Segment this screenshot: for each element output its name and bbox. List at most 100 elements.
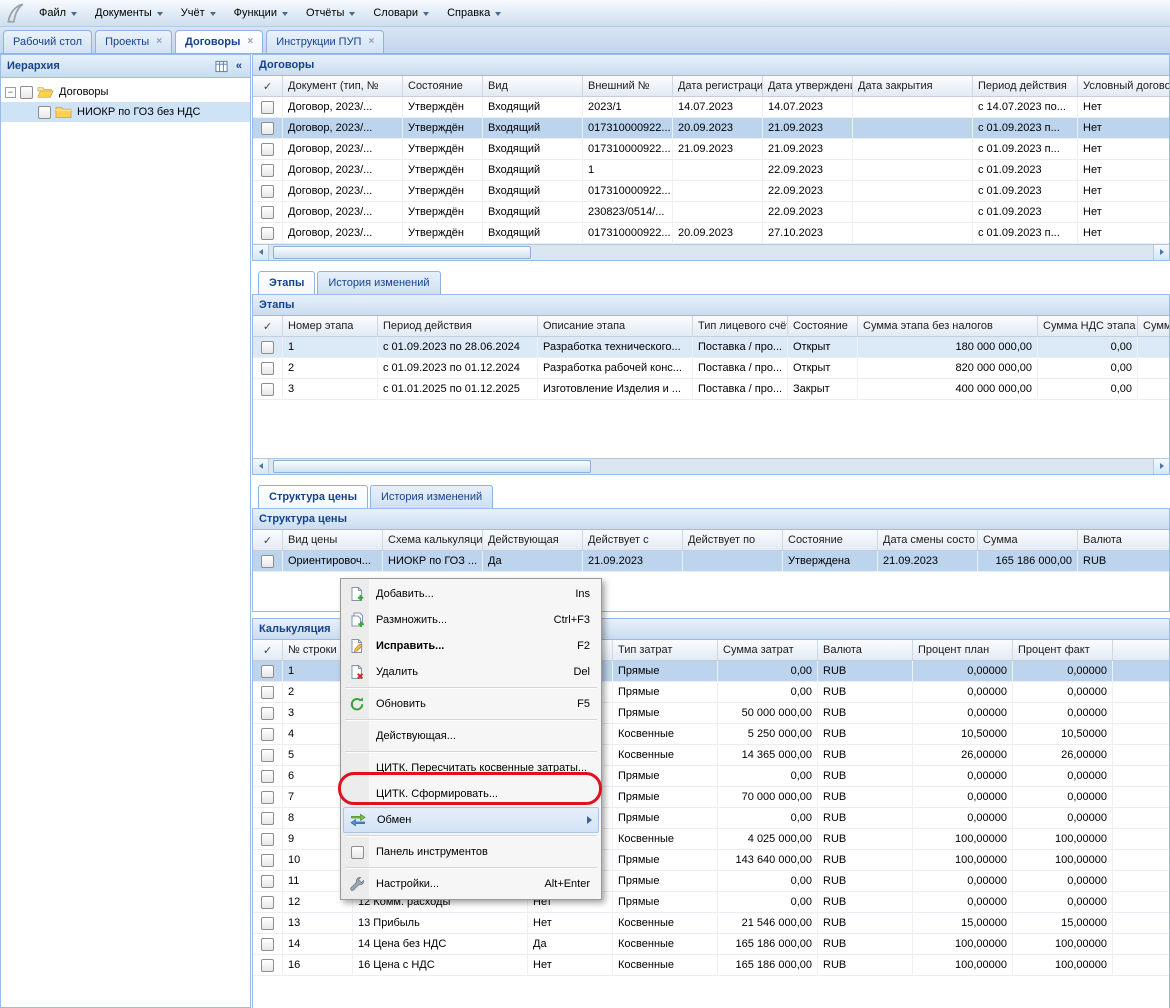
scrollbar-thumb[interactable]: [273, 460, 591, 473]
menu-item[interactable]: Обмен: [343, 807, 599, 833]
menubar-item[interactable]: Документы: [86, 3, 172, 23]
menu-item[interactable]: Исправить...F2: [343, 633, 599, 659]
table-row[interactable]: Договор, 2023/...УтверждёнВходящий122.09…: [253, 160, 1169, 181]
column-header[interactable]: Схема калькуляци: [383, 530, 483, 551]
column-header[interactable]: Номер этапа: [283, 316, 378, 337]
column-header[interactable]: Сумма этапа без налогов: [858, 316, 1038, 337]
row-checkbox[interactable]: [261, 875, 274, 888]
column-header[interactable]: Действующая: [483, 530, 583, 551]
row-checkbox[interactable]: [261, 938, 274, 951]
table-row[interactable]: 2с 01.09.2023 по 01.12.2024Разработка ра…: [253, 358, 1169, 379]
row-checkbox[interactable]: [261, 341, 274, 354]
row-checkbox[interactable]: [261, 812, 274, 825]
select-column-header[interactable]: ✓: [253, 640, 283, 661]
column-header[interactable]: Дата утверждения: [763, 76, 853, 97]
table-row[interactable]: 1с 01.09.2023 по 28.06.2024Разработка те…: [253, 337, 1169, 358]
row-checkbox[interactable]: [261, 917, 274, 930]
column-header[interactable]: Процент план: [913, 640, 1013, 661]
contracts-horizontal-scrollbar[interactable]: [252, 244, 1170, 261]
column-header[interactable]: Сумма НДС этапа: [1038, 316, 1138, 337]
row-checkbox[interactable]: [261, 749, 274, 762]
column-header[interactable]: Период действия: [973, 76, 1078, 97]
table-row[interactable]: 3с 01.01.2025 по 01.12.2025Изготовление …: [253, 379, 1169, 400]
column-header[interactable]: Валюта: [818, 640, 913, 661]
tree-checkbox[interactable]: [20, 86, 33, 99]
table-row[interactable]: Договор, 2023/...УтверждёнВходящий230823…: [253, 202, 1169, 223]
column-header[interactable]: Процент факт: [1013, 640, 1113, 661]
row-checkbox[interactable]: [261, 143, 274, 156]
menu-item[interactable]: Настройки...Alt+Enter: [343, 871, 599, 897]
menu-item[interactable]: ЦИТК. Сформировать...: [343, 781, 599, 807]
scroll-left-button[interactable]: [253, 459, 269, 474]
scroll-right-button[interactable]: [1153, 459, 1169, 474]
menu-item[interactable]: Действующая...: [343, 723, 599, 749]
column-header[interactable]: Валюта: [1078, 530, 1170, 551]
stages-horizontal-scrollbar[interactable]: [252, 458, 1170, 475]
menubar-item[interactable]: Словари: [364, 3, 438, 23]
menu-item[interactable]: ОбновитьF5: [343, 691, 599, 717]
sub-tab[interactable]: Этапы: [258, 271, 315, 294]
row-checkbox[interactable]: [261, 665, 274, 678]
column-header[interactable]: Вид цены: [283, 530, 383, 551]
menu-item[interactable]: Добавить...Ins: [343, 581, 599, 607]
row-checkbox[interactable]: [261, 227, 274, 240]
row-checkbox[interactable]: [261, 959, 274, 972]
table-row[interactable]: Договор, 2023/...УтверждёнВходящий017310…: [253, 118, 1169, 139]
sub-tab[interactable]: История изменений: [317, 271, 440, 294]
row-checkbox[interactable]: [261, 555, 274, 568]
table-row[interactable]: 1313 ПрибыльНетКосвенные21 546 000,00RUB…: [253, 913, 1169, 934]
main-tab[interactable]: Рабочий стол: [3, 30, 92, 53]
column-header[interactable]: Тип лицевого счёт: [693, 316, 788, 337]
row-checkbox[interactable]: [261, 101, 274, 114]
main-tab[interactable]: Инструкции ПУП×: [266, 30, 384, 53]
row-checkbox[interactable]: [261, 707, 274, 720]
row-checkbox[interactable]: [261, 728, 274, 741]
select-column-header[interactable]: ✓: [253, 316, 283, 337]
close-icon[interactable]: ×: [156, 37, 162, 47]
row-checkbox[interactable]: [261, 383, 274, 396]
row-checkbox[interactable]: [261, 770, 274, 783]
column-header[interactable]: Условный догово: [1078, 76, 1170, 97]
column-header[interactable]: Действует по: [683, 530, 783, 551]
column-header[interactable]: Сумм: [1138, 316, 1170, 337]
column-header[interactable]: Внешний №: [583, 76, 673, 97]
sub-tab[interactable]: Структура цены: [258, 485, 368, 508]
menu-item[interactable]: Размножить...Ctrl+F3: [343, 607, 599, 633]
scrollbar-thumb[interactable]: [273, 246, 531, 259]
tree-expander[interactable]: −: [5, 87, 16, 98]
scroll-right-button[interactable]: [1153, 245, 1169, 260]
main-tab[interactable]: Договоры×: [175, 30, 263, 53]
select-column-header[interactable]: ✓: [253, 76, 283, 97]
menu-checkbox[interactable]: [351, 846, 364, 859]
column-header[interactable]: Дата закрытия: [853, 76, 973, 97]
table-row[interactable]: Договор, 2023/...УтверждёнВходящий017310…: [253, 223, 1169, 244]
column-header[interactable]: Сумма: [978, 530, 1078, 551]
column-header[interactable]: Действует с: [583, 530, 683, 551]
row-checkbox[interactable]: [261, 164, 274, 177]
column-header[interactable]: Сумма затрат: [718, 640, 818, 661]
scroll-left-button[interactable]: [253, 245, 269, 260]
column-header[interactable]: Состояние: [788, 316, 858, 337]
select-column-header[interactable]: ✓: [253, 530, 283, 551]
column-header[interactable]: Вид: [483, 76, 583, 97]
row-checkbox[interactable]: [261, 206, 274, 219]
menubar-item[interactable]: Функции: [225, 3, 297, 23]
table-row[interactable]: Ориентировоч...НИОКР по ГОЗ ...Да21.09.2…: [253, 551, 1169, 572]
table-row[interactable]: Договор, 2023/...УтверждёнВходящий017310…: [253, 139, 1169, 160]
column-header[interactable]: Состояние: [783, 530, 878, 551]
column-header[interactable]: Период действия: [378, 316, 538, 337]
row-checkbox[interactable]: [261, 122, 274, 135]
table-row[interactable]: 1414 Цена без НДСДаКосвенные165 186 000,…: [253, 934, 1169, 955]
column-header[interactable]: Тип затрат: [613, 640, 718, 661]
menu-item[interactable]: УдалитьDel: [343, 659, 599, 685]
tree-checkbox[interactable]: [38, 106, 51, 119]
table-row[interactable]: 1616 Цена с НДСНетКосвенные165 186 000,0…: [253, 955, 1169, 976]
row-checkbox[interactable]: [261, 362, 274, 375]
row-checkbox[interactable]: [261, 185, 274, 198]
columns-icon[interactable]: [215, 60, 228, 73]
close-icon[interactable]: ×: [247, 37, 253, 47]
row-checkbox[interactable]: [261, 854, 274, 867]
table-row[interactable]: Договор, 2023/...УтверждёнВходящий017310…: [253, 181, 1169, 202]
column-header[interactable]: Дата смены состо: [878, 530, 978, 551]
main-tab[interactable]: Проекты×: [95, 30, 172, 53]
